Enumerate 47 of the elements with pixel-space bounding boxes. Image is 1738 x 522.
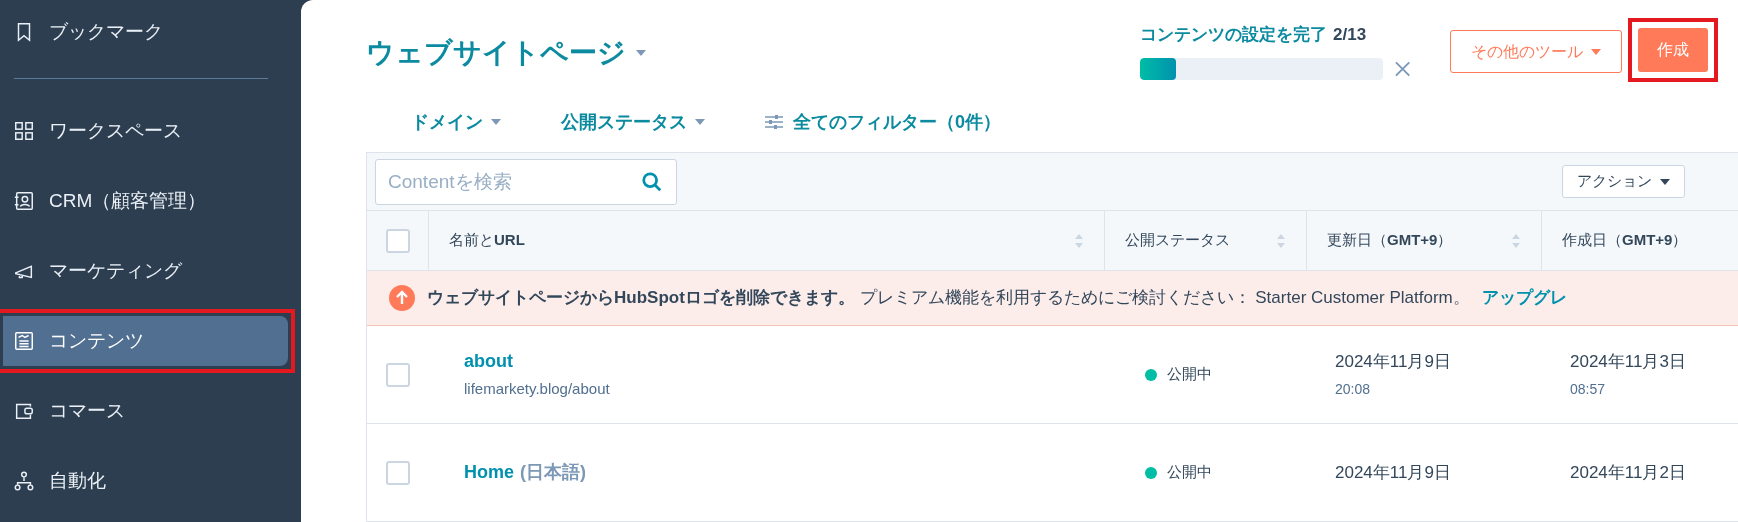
actions-button[interactable]: アクション <box>1562 165 1685 198</box>
sidebar-item[interactable]: ワークスペース <box>3 106 288 156</box>
grid-icon <box>13 120 35 142</box>
status-text: 公開中 <box>1167 462 1212 483</box>
caret-icon <box>695 119 705 126</box>
search-field[interactable]: Contentを検索 <box>375 158 677 205</box>
column-header[interactable]: 公開ステータス <box>1125 229 1230 252</box>
created-date: 2024年11月3日 <box>1570 351 1687 374</box>
sidebar-item[interactable]: コマース <box>3 386 288 436</box>
contact-card-icon <box>13 190 35 212</box>
search-icon <box>641 170 663 193</box>
column-header[interactable]: 更新日（GMT+9） <box>1327 229 1453 252</box>
caret-icon <box>636 50 646 56</box>
filter-dropdown[interactable]: ドメイン <box>411 108 501 136</box>
checkbox[interactable] <box>386 362 410 387</box>
updated-date: 2024年11月9日 <box>1335 351 1452 374</box>
caret-icon <box>491 119 501 126</box>
updated-date: 2024年11月9日 <box>1335 461 1452 484</box>
sidebar-item[interactable]: CRM（顧客管理） <box>3 176 288 226</box>
page-link[interactable]: about <box>464 348 513 376</box>
status-text: 公開中 <box>1167 364 1212 385</box>
setup-label: コンテンツの設定を完了 <box>1140 24 1327 46</box>
updated-time: 20:08 <box>1335 379 1372 399</box>
page-title: ウェブサイトページ <box>366 36 626 70</box>
close-icon[interactable] <box>1394 60 1410 77</box>
page-link[interactable]: Home <box>464 459 514 486</box>
sliders-icon <box>765 114 783 131</box>
sidebar-item[interactable]: ブックマーク <box>3 7 288 57</box>
hierarchy-icon <box>13 470 35 492</box>
caret-icon <box>1660 178 1670 185</box>
column-header[interactable]: 作成日（GMT+9） <box>1562 229 1688 252</box>
all-filters-button[interactable]: 全てのフィルター（0件） <box>765 108 1001 136</box>
checkbox[interactable] <box>386 460 410 485</box>
sidebar-item[interactable]: マーケティング <box>3 246 288 296</box>
sidebar-item[interactable]: コンテンツ <box>3 316 288 366</box>
document-icon <box>13 330 35 352</box>
setup-count: 2/13 <box>1333 24 1367 46</box>
arrow-up-icon <box>389 285 415 311</box>
language-tag: (日本語) <box>520 459 586 486</box>
banner-message: ウェブサイトページからHubSpotロゴを削除できます。 プレミアム機能を利用するためにご検討ください： Starter Customer Platform。 <box>427 287 1470 310</box>
checkbox[interactable] <box>385 228 410 253</box>
page-url: lifemarkety.blog/about <box>464 379 611 400</box>
caret-icon <box>1591 48 1601 55</box>
sidebar-item[interactable]: 自動化 <box>3 456 288 506</box>
created-time: 08:57 <box>1570 379 1607 399</box>
created-date: 2024年11月2日 <box>1570 461 1687 484</box>
filter-dropdown[interactable]: 公開ステータス <box>561 108 705 136</box>
